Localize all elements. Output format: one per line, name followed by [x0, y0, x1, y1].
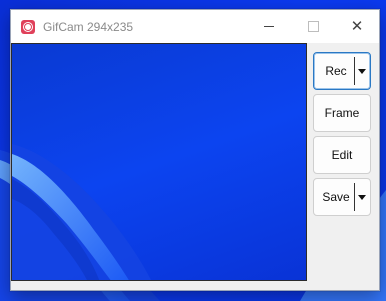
- minimize-button[interactable]: [247, 10, 291, 43]
- frame-button[interactable]: Frame: [313, 94, 371, 132]
- save-divider: [354, 183, 355, 211]
- rec-label: Rec: [325, 64, 347, 78]
- minimize-icon: [264, 26, 274, 27]
- maximize-icon: [307, 21, 319, 32]
- chevron-down-icon[interactable]: [358, 194, 366, 200]
- maximize-button[interactable]: [291, 10, 335, 43]
- camera-icon: [21, 19, 35, 34]
- capture-area[interactable]: [11, 43, 307, 281]
- rec-divider: [354, 57, 355, 85]
- edit-label: Edit: [331, 148, 353, 162]
- wallpaper-preview: [12, 144, 151, 280]
- title-bar[interactable]: GifCam 294x235 ✕: [11, 10, 379, 43]
- gifcam-window: GifCam 294x235 ✕ Rec Frame Edit Save: [10, 9, 380, 291]
- edit-button[interactable]: Edit: [313, 136, 371, 174]
- frame-label: Frame: [324, 106, 360, 120]
- side-panel: Rec Frame Edit Save: [313, 43, 375, 283]
- window-title: GifCam 294x235: [43, 19, 134, 34]
- rec-button[interactable]: Rec: [313, 52, 371, 90]
- save-label: Save: [322, 190, 350, 204]
- close-icon: ✕: [350, 18, 364, 35]
- close-button[interactable]: ✕: [335, 10, 379, 43]
- save-button[interactable]: Save: [313, 178, 371, 216]
- chevron-down-icon[interactable]: [358, 68, 366, 74]
